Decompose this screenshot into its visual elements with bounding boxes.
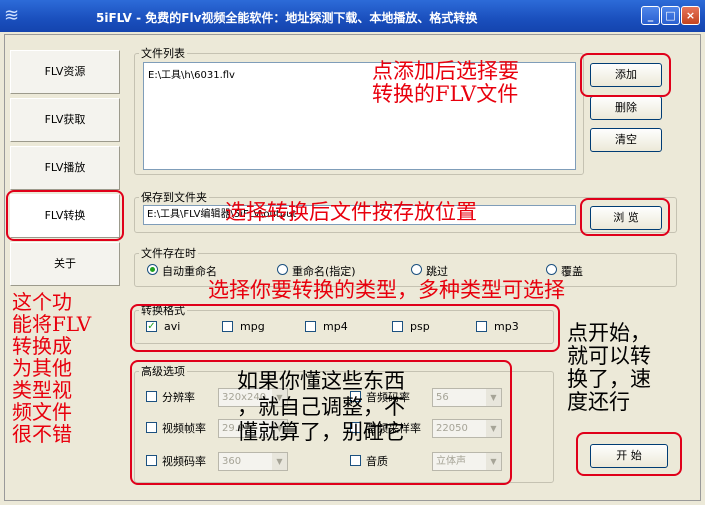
annotation-line: 很不错 [12, 422, 72, 446]
window-title: 5iFLV - 免费的Flv视频全能软件：地址探测下载、本地播放、格式转换 [96, 11, 478, 25]
minimize-icon[interactable]: _ [641, 6, 660, 25]
annotation-line: 就可以转 [567, 344, 651, 369]
annotation-line: 为其他 [12, 356, 72, 380]
radio-label: 自动重命名 [162, 265, 217, 278]
annotation-line: 转换的FLV文件 [372, 82, 519, 107]
highlight-browse [580, 198, 670, 236]
radio-auto-rename[interactable] [147, 264, 158, 275]
highlight-add [580, 53, 671, 97]
radio-overwrite[interactable] [546, 264, 557, 275]
nav-label: 关于 [54, 257, 76, 270]
delete-button[interactable]: 删除 [590, 96, 662, 120]
annotation-line: 点添加后选择要 [372, 59, 519, 83]
annotation-left: 这个功 能将FLV 转换成 为其他 类型视 频文件 很不错 [12, 291, 91, 445]
annotation-line: 点开始， [567, 321, 651, 345]
annotation-line: 换了，速 [567, 367, 651, 392]
title-bar: ≋ 5iFLV - 免费的Flv视频全能软件：地址探测下载、本地播放、格式转换 … [0, 0, 705, 32]
annotation-line: 转换成 [12, 334, 72, 358]
save-folder-legend: 保存到文件夹 [141, 191, 207, 204]
annotation-line: 这个功 [12, 290, 72, 314]
nav-label: FLV获取 [44, 113, 86, 126]
annotation-save: 选择转换后文件按存放位置 [225, 200, 477, 224]
nav-flv-download[interactable]: FLV获取 [10, 98, 120, 142]
radio-skip[interactable] [411, 264, 422, 275]
radio-label: 跳过 [426, 265, 448, 278]
highlight-format [130, 304, 560, 352]
radio-label: 重命名(指定) [292, 265, 356, 278]
maximize-icon[interactable]: □ [661, 6, 680, 25]
annotation-add: 点添加后选择要 转换的FLV文件 [372, 59, 519, 107]
radio-rename-specified[interactable] [277, 264, 288, 275]
annotation-line: 类型视 [12, 378, 72, 402]
annotation-line: 度还行 [567, 390, 630, 415]
nav-label: FLV资源 [44, 65, 86, 78]
app-icon: ≋ [4, 5, 20, 26]
nav-label: FLV播放 [44, 161, 86, 174]
annotation-line: 频文件 [12, 400, 72, 424]
clear-button[interactable]: 清空 [590, 128, 662, 152]
nav-flv-resources[interactable]: FLV资源 [10, 50, 120, 94]
annotation-line: 如果你懂这些东西 [237, 369, 405, 393]
nav-about[interactable]: 关于 [10, 242, 120, 286]
annotation-start: 点开始， 就可以转 换了，速 度还行 [567, 321, 651, 415]
file-exists-legend: 文件存在时 [141, 247, 196, 260]
annotation-line: 能将FLV [12, 312, 92, 336]
file-list-legend: 文件列表 [141, 47, 185, 60]
annotation-advanced: 如果你懂这些东西 ，就自己调整，不 懂就算了，别碰它 [237, 369, 405, 446]
highlight-nav-convert [6, 190, 124, 241]
annotation-line: ，就自己调整，不 [237, 394, 405, 419]
nav-flv-play[interactable]: FLV播放 [10, 146, 120, 190]
highlight-start [576, 432, 682, 476]
close-icon[interactable]: × [681, 6, 700, 25]
radio-label: 覆盖 [561, 265, 583, 278]
annotation-format: 选择你要转换的类型，多种类型可选择 [208, 278, 565, 302]
annotation-line: 懂就算了，别碰它 [237, 420, 405, 445]
